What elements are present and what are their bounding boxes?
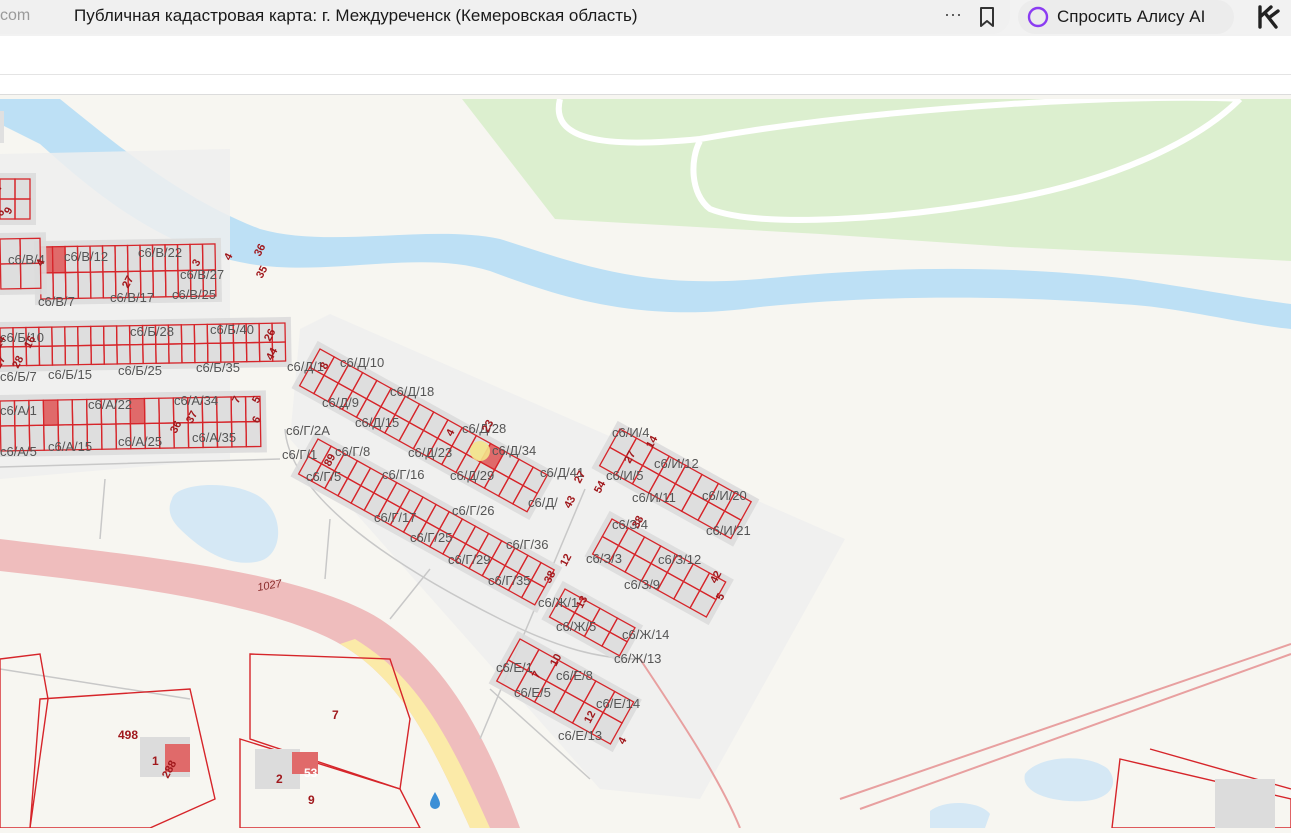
lot-code-label: с6/Г/36 [506, 537, 548, 552]
lot-code-label: с6/И/12 [654, 456, 699, 471]
lot-code-label: с6/Е/14 [596, 696, 640, 711]
parcel-number-label: 2 [276, 772, 283, 786]
parcel-number-label: 1 [152, 754, 159, 768]
parcel-number-label: 9 [308, 793, 315, 807]
lot-code-label: с6/Ж/1 [538, 595, 578, 610]
bookmark-icon[interactable] [975, 5, 999, 29]
lot-code-label: с6/Г/8 [335, 444, 370, 459]
more-dots-icon[interactable]: ⋯ [940, 4, 966, 30]
lot-code-label: с6/Б/28 [130, 324, 174, 339]
selected-point [470, 441, 490, 461]
lot-code-label: с6/Г/25 [410, 530, 452, 545]
lot-code-label: с6/Д/10 [340, 355, 384, 370]
lot-code-label: с6/Е/5 [514, 685, 551, 700]
lot-code-label: с6/И/4 [612, 425, 650, 440]
lot-code-label: с6/Г/26 [452, 503, 494, 518]
lot-code-label: с6/Б/40 [210, 322, 254, 337]
lot-code-label: с6/Д/23 [408, 445, 452, 460]
map-control-button[interactable] [0, 111, 4, 143]
lot-code-label: с6/Г/2А [286, 423, 330, 438]
lot-code-label: с6/З/3 [586, 551, 622, 566]
lot-code-label: с6/Г/5 [306, 469, 341, 484]
url-domain: com [0, 7, 31, 24]
lot-code-label: с6/Д/ [528, 495, 558, 510]
lot-code-label: с6/И/5 [606, 468, 644, 483]
lot-code-label: с6/И/21 [706, 523, 751, 538]
lot-code-label: с6/Е/13 [558, 728, 602, 743]
lot-code-label: с6/В/22 [138, 245, 182, 260]
lot-code-label: с6/А/5 [0, 444, 37, 459]
lot-code-label: с6/Д/15 [355, 415, 399, 430]
lot-code-label: с6/А/34 [174, 393, 218, 408]
lot-code-label: с6/Б/25 [118, 363, 162, 378]
ask-alice-button[interactable]: Спросить Алису AI [1018, 0, 1234, 34]
lot-code-label: с6/З/9 [624, 577, 660, 592]
lot-code-label: с6/В/25 [172, 287, 216, 302]
parcel-block[interactable] [0, 173, 36, 225]
lot-code-label: с6/А/25 [118, 434, 162, 449]
k-logo-icon[interactable] [1256, 4, 1282, 30]
lot-code-label: с6/Д/29 [450, 468, 494, 483]
lot-code-label: с6/Г/35 [488, 573, 530, 588]
lot-code-label: с6/Е/1 [496, 660, 533, 675]
parcel-lot[interactable] [42, 399, 59, 426]
lot-code-label: с6/И/11 [632, 490, 676, 505]
lot-code-label: с6/А/22 [88, 397, 132, 412]
address-bar[interactable]: com Публичная кадастровая карта: г. Межд… [0, 0, 1010, 34]
lot-code-label: с6/Д/9 [322, 395, 359, 410]
lot-code-label: с6/А/15 [48, 439, 92, 454]
lot-code-label: с6/Ж/14 [622, 627, 669, 642]
lot-code-label: с6/Б/7 [0, 369, 37, 384]
lot-code-label: с6/В/12 [64, 249, 108, 264]
lot-code-label: с6/В/27 [180, 267, 224, 282]
lot-code-label: с6/И/20 [702, 488, 747, 503]
secondary-toolbar [0, 36, 1291, 95]
page-title: Публичная кадастровая карта: г. Междуреч… [74, 6, 638, 25]
lot-code-label: с6/Ж/5 [556, 619, 596, 634]
map-canvas[interactable]: 1027 498712 539 с6/В/4 с6/В/12 с6/В/22с6/В/… [0, 94, 1291, 829]
lot-code-label: с6/Б/35 [196, 360, 240, 375]
parcel-number-label: 498 [118, 728, 138, 742]
lot-code-label: с6/В/7 [38, 294, 75, 309]
lot-code-label: с6/А/35 [192, 430, 236, 445]
lot-code-label: с6/Д/34 [492, 443, 536, 458]
lot-code-label: с6/Г/17 [374, 510, 416, 525]
browser-topbar: com Публичная кадастровая карта: г. Межд… [0, 0, 1291, 36]
lot-code-label: с6/А/1 [0, 403, 37, 418]
lot-code-label: с6/Д/18 [390, 384, 434, 399]
lot-code-label: с6/Г/16 [382, 467, 424, 482]
alice-ring-icon [1027, 6, 1049, 28]
parcel-lot[interactable] [129, 397, 146, 425]
lot-code-label: с6/Г/1 [282, 447, 317, 462]
lot-code-label: с6/Б/15 [48, 367, 92, 382]
lot-code-label: с6/Ж/13 [614, 651, 661, 666]
ask-alice-label: Спросить Алису AI [1057, 7, 1206, 26]
building-footprint [1215, 779, 1275, 828]
parcel-number-label: 53 [304, 766, 318, 780]
cadastral-map[interactable]: 1027 498 7 1 2 53 9 с6/В/4 с6/В/12 с6/В/22 с6/В/… [0, 94, 1291, 829]
parcel-number-label: 7 [332, 708, 339, 722]
lot-code-label: с6/Г/29 [448, 552, 490, 567]
lot-code-label: с6/З/12 [658, 552, 701, 567]
lot-code-label: с6/В/17 [110, 290, 154, 305]
lot-code-label: с6/Е/8 [556, 668, 593, 683]
